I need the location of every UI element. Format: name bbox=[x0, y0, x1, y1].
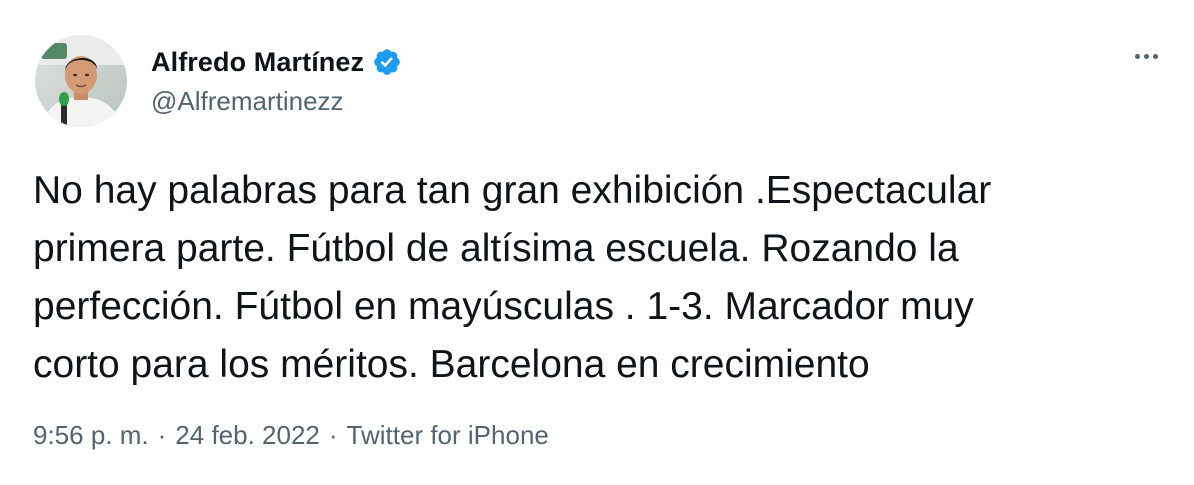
tweet-time[interactable]: 9:56 p. m. bbox=[33, 420, 149, 451]
dot-icon bbox=[1134, 53, 1140, 59]
dot-icon bbox=[1143, 53, 1149, 59]
tweet-text: No hay palabras para tan gran exhibición… bbox=[33, 162, 1173, 394]
tweet-meta: 9:56 p. m. · 24 feb. 2022 · Twitter for … bbox=[33, 420, 549, 451]
tweet-text-line: primera parte. Fútbol de altísima escuel… bbox=[33, 227, 959, 270]
name-row: Alfredo Martínez bbox=[151, 45, 402, 79]
tweet-source[interactable]: Twitter for iPhone bbox=[347, 420, 549, 451]
avatar[interactable] bbox=[35, 35, 127, 127]
user-handle[interactable]: @Alfremartinezz bbox=[151, 86, 402, 117]
meta-separator: · bbox=[157, 420, 167, 450]
tweet-date[interactable]: 24 feb. 2022 bbox=[175, 420, 320, 451]
tweet-text-line: perfección. Fútbol en mayúsculas . 1-3. … bbox=[33, 285, 974, 328]
tweet-card: Alfredo Martínez @Alfremartinezz No hay … bbox=[0, 0, 1194, 485]
tweet-header: Alfredo Martínez @Alfremartinezz bbox=[35, 31, 402, 131]
meta-separator: · bbox=[328, 420, 338, 450]
tweet-text-line: No hay palabras para tan gran exhibición… bbox=[33, 169, 992, 212]
user-names: Alfredo Martínez @Alfremartinezz bbox=[151, 45, 402, 117]
display-name[interactable]: Alfredo Martínez bbox=[151, 47, 364, 78]
tweet-text-line: corto para los méritos. Barcelona en cre… bbox=[33, 343, 870, 386]
verified-badge-icon bbox=[372, 47, 402, 77]
dot-icon bbox=[1152, 53, 1158, 59]
more-options-icon[interactable] bbox=[1124, 44, 1168, 68]
